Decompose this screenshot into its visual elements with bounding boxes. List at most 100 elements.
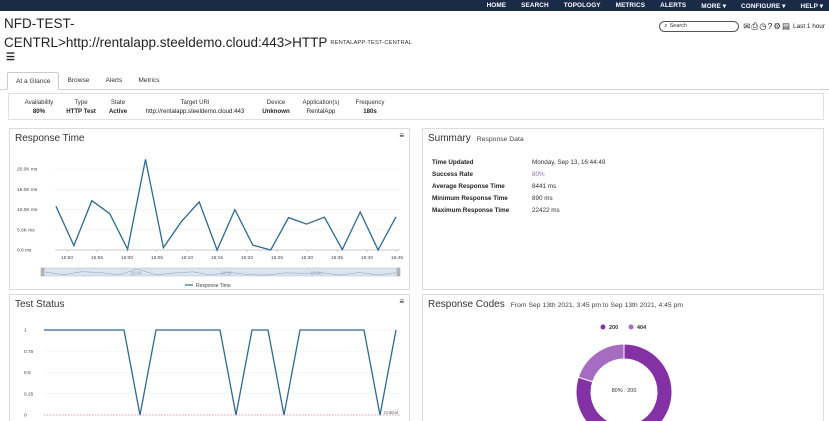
x-tick-label: 16:10 xyxy=(181,255,193,261)
info-value: HTTP Test xyxy=(66,108,96,115)
info-target-uri: Target URI http://rentalapp.steeldemo.clo… xyxy=(137,99,253,115)
navigator-handle-left xyxy=(40,267,45,277)
tab-bar: At a Glance Browse Alerts Metrics xyxy=(7,72,168,90)
x-tick-label: 16:35 xyxy=(331,255,343,261)
info-label: Target URI xyxy=(180,99,210,106)
info-label: Device xyxy=(266,99,286,106)
tab-alerts[interactable]: Alerts xyxy=(97,72,130,90)
print-icon[interactable]: ⎙ xyxy=(751,21,758,31)
legend-label-200: 200 xyxy=(609,325,618,331)
response-codes-chart: 200 404 80% : 200 xyxy=(575,324,673,421)
nav-more[interactable]: MORE ▾ xyxy=(701,2,726,10)
time-range-selector[interactable]: Last 1 hour xyxy=(793,23,825,30)
summary-row: Average Response Time 8441 ms xyxy=(432,183,556,190)
summary-row: Success Rate 80% xyxy=(432,171,545,178)
summary-key: Time Updated xyxy=(432,159,474,166)
email-icon[interactable]: ✉ xyxy=(743,21,750,31)
navigator-label: 16:30 xyxy=(311,271,322,276)
summary-key: Minimum Response Time xyxy=(432,195,508,202)
info-label: State xyxy=(110,99,126,106)
y-tick-label: 5.0K ms xyxy=(17,227,35,233)
y-tick-label: 20.0K ms xyxy=(17,167,38,173)
test-info-bar: Availability 80% Type HTTP Test State Activ… xyxy=(8,93,824,120)
response-codes-panel: Response Codes From Sep 13th 2021, 3:45 p… xyxy=(422,294,824,421)
donut-slice-404 xyxy=(577,343,625,383)
info-label: Frequency xyxy=(355,99,385,106)
clock-icon[interactable]: ◷ xyxy=(759,21,766,31)
page-title-path: CENTRL>http://rentalapp.steeldemo.cloud:… xyxy=(4,35,328,50)
calendar-icon[interactable]: ▤ xyxy=(782,21,790,31)
summary-key: Maximum Response Time xyxy=(432,207,510,214)
navigator-label: 16:15 xyxy=(221,271,232,276)
navigator-label: 16:00 xyxy=(131,271,142,276)
nav-metrics[interactable]: METRICS xyxy=(616,2,645,9)
response-time-chart: 20.0K ms 15.0K ms 10.0K ms 5.0K ms 0.0 ms 15:… xyxy=(17,159,403,289)
y-tick-label: 0 xyxy=(24,413,27,419)
x-tick-label: 15:55 xyxy=(91,255,103,261)
summary-panel: Summary Response Data Time Updated Monday,… xyxy=(422,128,824,290)
page-toolbar: ⌕ Search ✉ ⎙ ◷ ? ⚙ ▤ Last 1 hour xyxy=(659,20,825,32)
summary-value: 8441 ms xyxy=(532,183,557,190)
page-title-line1: NFD-TEST- xyxy=(4,16,75,31)
info-label: Availability xyxy=(24,99,54,106)
tab-metrics[interactable]: Metrics xyxy=(130,72,167,90)
x-tick-label: 16:30 xyxy=(301,255,313,261)
response-time-panel: Response Time ≡ 20.0K ms 15.0K ms 10.0K ms… xyxy=(9,128,410,290)
y-tick-label: 0.75 xyxy=(24,349,34,355)
y-tick-label: 0.5 xyxy=(24,370,31,376)
summary-key: Success Rate xyxy=(432,171,473,178)
x-tick-label: 16:00 xyxy=(121,255,133,261)
nav-configure[interactable]: CONFIGURE ▾ xyxy=(741,2,785,10)
x-tick-label: 16:05 xyxy=(151,255,163,261)
donut-center-label: 80% : 200 xyxy=(612,388,637,394)
summary-subtitle: Response Data xyxy=(476,136,524,143)
search-placeholder: Search xyxy=(669,23,688,29)
page-title-line2: CENTRL>http://rentalapp.steeldemo.cloud:… xyxy=(4,35,412,50)
info-value: Unknown xyxy=(262,108,290,115)
critical-label: Critical xyxy=(384,410,398,415)
summary-row: Minimum Response Time 890 ms xyxy=(432,195,553,202)
test-status-chart: 1 0.75 0.5 0.25 0 Critical xyxy=(24,328,400,419)
page-menu-icon[interactable]: ☰ xyxy=(6,52,15,63)
y-tick-label: 0.0 ms xyxy=(17,248,32,254)
info-value: Active xyxy=(108,108,128,115)
info-device: Device Unknown xyxy=(257,99,295,115)
legend-label: Response Time xyxy=(196,283,231,289)
summary-value: 890 ms xyxy=(532,195,553,202)
nav-alerts[interactable]: ALERTS xyxy=(660,2,686,9)
info-value: 180s xyxy=(363,108,377,115)
tab-browse[interactable]: Browse xyxy=(59,72,97,90)
nav-help[interactable]: HELP ▾ xyxy=(800,2,823,10)
top-nav-bar: HOME SEARCH TOPOLOGY METRICS ALERTS MORE… xyxy=(0,0,829,11)
info-state: State Active xyxy=(101,99,135,115)
y-tick-label: 10.0K ms xyxy=(17,207,38,213)
info-label: Type xyxy=(74,99,88,106)
settings-icon[interactable]: ⚙ xyxy=(773,21,781,31)
x-tick-label: 16:15 xyxy=(211,255,223,261)
summary-value: 80% xyxy=(532,171,545,178)
x-tick-label: 16:20 xyxy=(241,255,253,261)
info-value: 80% xyxy=(32,108,46,115)
x-tick-label: 15:50 xyxy=(61,255,73,261)
summary-title: Summary xyxy=(428,133,471,144)
info-availability: Availability 80% xyxy=(17,99,61,115)
nav-search[interactable]: SEARCH xyxy=(521,2,549,9)
top-nav-items: HOME SEARCH TOPOLOGY METRICS ALERTS MORE… xyxy=(472,0,823,11)
info-type: Type HTTP Test xyxy=(61,99,101,115)
search-input[interactable]: ⌕ Search xyxy=(659,20,740,32)
response-time-series-line xyxy=(55,159,397,252)
y-tick-label: 15.0K ms xyxy=(17,187,38,193)
help-icon[interactable]: ? xyxy=(768,21,773,31)
panel-title: Summary Response Data xyxy=(428,133,524,144)
nav-topology[interactable]: TOPOLOGY xyxy=(564,2,601,9)
test-status-panel: Test Status ≡ 1 0.75 0.5 0.25 0 Critical xyxy=(9,294,410,421)
search-icon: ⌕ xyxy=(664,22,668,29)
summary-row: Maximum Response Time 22422 ms xyxy=(432,207,560,214)
y-tick-label: 1 xyxy=(24,328,27,334)
summary-value: Monday, Sep 13, 16:44:49 xyxy=(532,159,606,166)
y-tick-label: 0.25 xyxy=(24,391,34,397)
tab-at-a-glance[interactable]: At a Glance xyxy=(7,72,60,90)
navigator-handle-right xyxy=(396,267,401,277)
summary-key: Average Response Time xyxy=(432,183,505,190)
nav-home[interactable]: HOME xyxy=(487,2,507,9)
